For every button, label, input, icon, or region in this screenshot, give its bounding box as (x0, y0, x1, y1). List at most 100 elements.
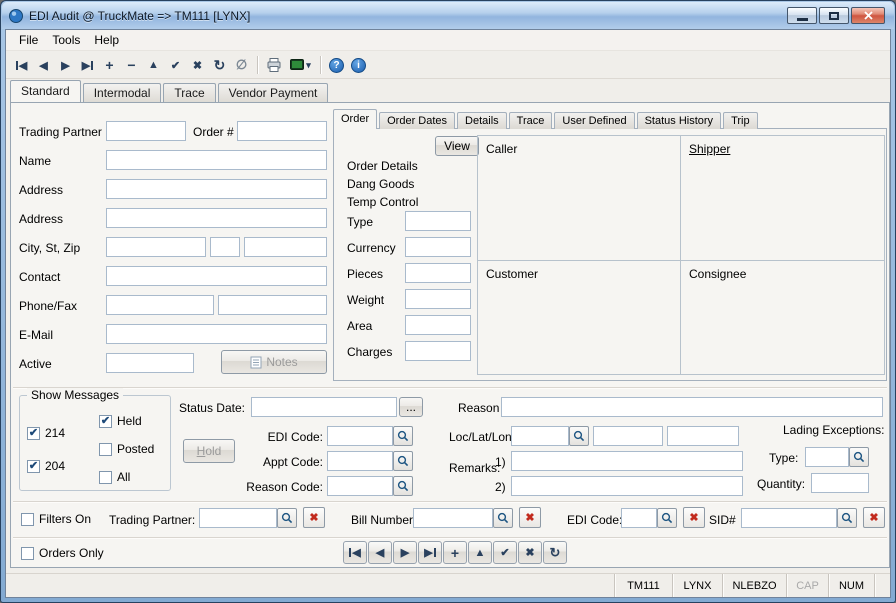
nav-refresh-button[interactable]: ↻ (543, 541, 567, 564)
edi-code-lookup-button[interactable] (393, 426, 413, 446)
tab-intermodal[interactable]: Intermodal (83, 83, 162, 102)
minimize-button[interactable] (787, 7, 817, 24)
filters-on-checkbox[interactable] (21, 513, 34, 526)
active-input[interactable] (106, 353, 194, 373)
lat-input[interactable] (593, 426, 663, 446)
notes-button[interactable]: Notes (221, 350, 327, 374)
nav-insert-button[interactable]: + (443, 541, 467, 564)
orders-only-checkbox[interactable] (21, 547, 34, 560)
tab-order-trace[interactable]: Trace (509, 112, 553, 129)
nav-edit-button[interactable]: ▲ (468, 541, 492, 564)
currency-input[interactable] (405, 237, 471, 257)
filter-trading-partner-clear-button[interactable]: ✖ (303, 507, 325, 528)
menu-help[interactable]: Help (87, 31, 126, 49)
tab-trace[interactable]: Trace (163, 83, 215, 102)
reason-code-lookup-button[interactable] (393, 476, 413, 496)
toolbar-next-button[interactable]: ▶ (55, 55, 76, 76)
filter-bill-number-lookup-button[interactable] (493, 508, 513, 528)
status-date-input[interactable] (251, 397, 397, 417)
nav-cancel-button[interactable]: ✖ (518, 541, 542, 564)
filter-trading-partner-lookup-button[interactable] (277, 508, 297, 528)
tab-user-defined[interactable]: User Defined (554, 112, 634, 129)
reason-code-input[interactable] (327, 476, 393, 496)
toolbar-insert-button[interactable]: + (99, 55, 120, 76)
loc-lookup-button[interactable] (569, 426, 589, 446)
checkbox-204[interactable]: ✔ (27, 460, 40, 473)
area-input[interactable] (405, 315, 471, 335)
order-number-input[interactable] (237, 121, 327, 141)
checkbox-posted[interactable] (99, 443, 112, 456)
filter-edi-code-clear-button[interactable]: ✖ (683, 507, 705, 528)
view-button[interactable]: View (435, 136, 479, 156)
nav-first-button[interactable]: ◀ (343, 541, 367, 564)
filter-sid-clear-button[interactable]: ✖ (863, 507, 885, 528)
toolbar-edit-button[interactable]: ▲ (143, 55, 164, 76)
checkbox-all[interactable] (99, 471, 112, 484)
close-button[interactable] (851, 7, 885, 24)
tab-order-dates[interactable]: Order Dates (379, 112, 455, 129)
toolbar-delete-button[interactable]: − (121, 55, 142, 76)
reason-input[interactable] (501, 397, 883, 417)
toolbar-post-button[interactable]: ✔ (165, 55, 186, 76)
trading-partner-input[interactable] (106, 121, 186, 141)
toolbar-terminal-button[interactable]: ▾ (285, 55, 315, 76)
menu-file[interactable]: File (12, 31, 45, 49)
status-date-browse-button[interactable]: ... (399, 397, 423, 417)
remark1-input[interactable] (511, 451, 743, 471)
email-input[interactable] (106, 324, 327, 344)
checkbox-214[interactable]: ✔ (27, 427, 40, 440)
nav-last-button[interactable]: ▶ (418, 541, 442, 564)
filter-edi-code-input[interactable] (621, 508, 657, 528)
checkbox-held[interactable]: ✔ (99, 415, 112, 428)
lading-type-lookup-button[interactable] (849, 447, 869, 467)
filter-bill-number-clear-button[interactable]: ✖ (519, 507, 541, 528)
chevron-down-icon[interactable]: ▾ (306, 60, 311, 71)
tab-trip[interactable]: Trip (723, 112, 758, 129)
contact-input[interactable] (106, 266, 327, 286)
quantity-input[interactable] (811, 473, 869, 493)
appt-code-lookup-button[interactable] (393, 451, 413, 471)
nav-next-button[interactable]: ▶ (393, 541, 417, 564)
filter-sid-input[interactable] (741, 508, 837, 528)
name-input[interactable] (106, 150, 327, 170)
toolbar-prior-button[interactable]: ◀ (33, 55, 54, 76)
pieces-input[interactable] (405, 263, 471, 283)
tab-status-history[interactable]: Status History (637, 112, 721, 129)
edi-code-input[interactable] (327, 426, 393, 446)
zip-input[interactable] (244, 237, 327, 257)
phone-input[interactable] (106, 295, 214, 315)
toolbar-refresh-button[interactable]: ↻ (209, 55, 230, 76)
filter-bill-number-input[interactable] (413, 508, 493, 528)
toolbar-first-button[interactable]: ◀ (11, 55, 32, 76)
remark2-input[interactable] (511, 476, 743, 496)
charges-input[interactable] (405, 341, 471, 361)
tab-details[interactable]: Details (457, 112, 507, 129)
filter-trading-partner-input[interactable] (199, 508, 277, 528)
maximize-button[interactable] (819, 7, 849, 24)
city-input[interactable] (106, 237, 206, 257)
menu-tools[interactable]: Tools (45, 31, 87, 49)
toolbar-info-button[interactable]: i (348, 55, 369, 76)
lading-type-input[interactable] (805, 447, 849, 467)
state-input[interactable] (210, 237, 240, 257)
type-input[interactable] (405, 211, 471, 231)
tab-order[interactable]: Order (333, 109, 377, 129)
loc-input[interactable] (511, 426, 569, 446)
toolbar-abort-button[interactable]: ∅ (231, 55, 252, 76)
fax-input[interactable] (218, 295, 327, 315)
address2-input[interactable] (106, 208, 327, 228)
appt-code-input[interactable] (327, 451, 393, 471)
toolbar-help-button[interactable]: ? (326, 55, 347, 76)
filter-edi-code-lookup-button[interactable] (657, 508, 677, 528)
toolbar-print-button[interactable] (263, 55, 284, 76)
lon-input[interactable] (667, 426, 739, 446)
weight-input[interactable] (405, 289, 471, 309)
toolbar-cancel-button[interactable]: ✖ (187, 55, 208, 76)
nav-prior-button[interactable]: ◀ (368, 541, 392, 564)
address1-input[interactable] (106, 179, 327, 199)
tab-standard[interactable]: Standard (10, 80, 81, 102)
toolbar-last-button[interactable]: ▶ (77, 55, 98, 76)
tab-vendor-payment[interactable]: Vendor Payment (218, 83, 329, 102)
filter-sid-lookup-button[interactable] (837, 508, 857, 528)
nav-post-button[interactable]: ✔ (493, 541, 517, 564)
